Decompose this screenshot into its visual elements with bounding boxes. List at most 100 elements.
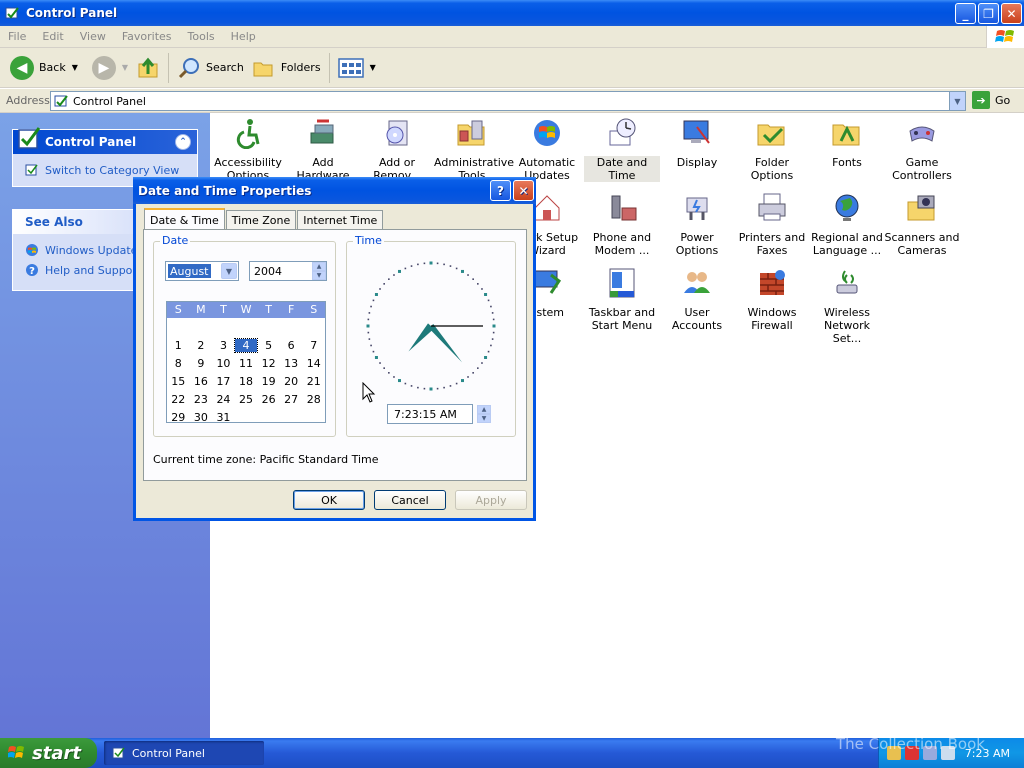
calendar-day[interactable]: 19 [257, 375, 280, 388]
dialog-help-button[interactable]: ? [490, 180, 511, 201]
calendar-day[interactable]: 24 [212, 393, 235, 406]
calendar-day[interactable]: 4 [233, 337, 259, 353]
calendar-day[interactable]: 23 [190, 393, 213, 406]
clock-minute-mark [481, 362, 483, 364]
calendar-day[interactable]: 25 [235, 393, 258, 406]
year-stepper[interactable]: 2004 ▲ ▼ [249, 261, 327, 281]
dialog-titlebar[interactable]: Date and Time Properties ? ✕ [133, 177, 536, 204]
ok-button[interactable]: OK [293, 490, 365, 510]
window-titlebar[interactable]: Control Panel _ ❐ ✕ [0, 0, 1024, 26]
menu-file[interactable]: File [0, 30, 34, 43]
icon-fonts[interactable]: Fonts [809, 117, 885, 169]
spin-up-icon[interactable]: ▲ [477, 405, 491, 414]
icon-regional-and-language[interactable]: Regional and Language ... [809, 192, 885, 257]
address-input[interactable]: Control Panel ▼ [50, 91, 966, 111]
menu-tools[interactable]: Tools [180, 30, 223, 43]
views-button[interactable]: ▼ [334, 51, 380, 85]
calendar-day[interactable]: 12 [257, 357, 280, 370]
spin-down-icon[interactable]: ▼ [477, 414, 491, 423]
tab-time-zone[interactable]: Time Zone [225, 210, 297, 230]
calendar-day[interactable]: 10 [212, 357, 235, 370]
switch-to-category-view-label: Switch to Category View [45, 163, 180, 177]
calendar-day[interactable]: 9 [190, 357, 213, 370]
dialog-close-button[interactable]: ✕ [513, 180, 534, 201]
icon-folder-options[interactable]: Folder Options [734, 117, 810, 182]
icon-scanners-and-cameras[interactable]: Scanners and Cameras [884, 192, 960, 257]
icon-add-hardware[interactable]: Add Hardware [285, 117, 361, 182]
calendar-day[interactable]: 8 [167, 357, 190, 370]
time-input[interactable]: 7:23:15 AM [387, 404, 473, 424]
icon-administrative-tools[interactable]: Administrative Tools [434, 117, 514, 182]
calendar-day[interactable]: 21 [302, 375, 325, 388]
start-button[interactable]: start [0, 738, 97, 768]
calendar-day[interactable]: 31 [212, 411, 235, 424]
time-spinner[interactable]: ▲ ▼ [477, 405, 491, 423]
calendar-day[interactable]: 27 [280, 393, 303, 406]
icon-date-and-time[interactable]: Date and Time [584, 117, 660, 182]
calendar-day[interactable]: 1 [167, 339, 190, 352]
calendar-day[interactable]: 29 [167, 411, 190, 424]
menu-view[interactable]: View [72, 30, 114, 43]
calendar-day[interactable]: 22 [167, 393, 190, 406]
icon-display[interactable]: Display [659, 117, 735, 169]
icon-printers-and-faxes[interactable]: Printers and Faxes [734, 192, 810, 257]
calendar-day[interactable]: 28 [302, 393, 325, 406]
apply-button[interactable]: Apply [455, 490, 527, 510]
firewall-icon [760, 270, 785, 295]
icon-power-options[interactable]: Power Options [659, 192, 735, 257]
tab-date-time[interactable]: Date & Time [144, 208, 225, 230]
cancel-button[interactable]: Cancel [374, 490, 446, 510]
calendar-day[interactable]: 6 [280, 339, 303, 352]
menu-help[interactable]: Help [223, 30, 264, 43]
go-button[interactable]: ➔ Go [972, 91, 1010, 109]
restore-button[interactable]: ❐ [978, 3, 999, 24]
calendar-day[interactable]: 7 [302, 339, 325, 352]
up-folder-button[interactable] [132, 51, 164, 85]
calendar-day[interactable]: 14 [302, 357, 325, 370]
calendar-day[interactable]: 16 [190, 375, 213, 388]
calendar-day[interactable]: 20 [280, 375, 303, 388]
clock-minute-mark [467, 274, 469, 276]
clock-minute-mark [423, 387, 426, 390]
folders-button[interactable]: Folders [248, 51, 325, 85]
clock-hour-mark [461, 269, 464, 273]
forward-button[interactable]: ▶ ▼ [88, 51, 132, 85]
calendar-day[interactable]: 13 [280, 357, 303, 370]
chevron-down-icon[interactable]: ▼ [221, 263, 237, 279]
control-panel-section-header[interactable]: Control Panel ⌃ [13, 127, 197, 154]
icon-phone-and-modem[interactable]: Phone and Modem ... [584, 192, 660, 257]
folder-options-icon [757, 124, 785, 146]
back-button[interactable]: ◀ Back ▼ [6, 51, 82, 85]
collapse-icon[interactable]: ⌃ [175, 134, 191, 150]
calendar-day[interactable]: 17 [212, 375, 235, 388]
menu-favorites[interactable]: Favorites [114, 30, 180, 43]
close-button[interactable]: ✕ [1001, 3, 1022, 24]
icon-windows-firewall[interactable]: Windows Firewall [734, 267, 810, 332]
icon-taskbar-and-start-menu[interactable]: Taskbar and Start Menu [584, 267, 660, 332]
icon-automatic-updates[interactable]: Automatic Updates [509, 117, 585, 182]
icon-game-controllers[interactable]: Game Controllers [884, 117, 960, 182]
icon-add-remove-programs[interactable]: Add or Remov... [359, 117, 435, 182]
tab-internet-time[interactable]: Internet Time [297, 210, 384, 230]
icon-user-accounts[interactable]: User Accounts [659, 267, 735, 332]
calendar-day[interactable]: 11 [235, 357, 258, 370]
spin-down-icon[interactable]: ▼ [312, 271, 326, 280]
icon-wireless-network-setup[interactable]: Wireless Network Set... [809, 267, 885, 345]
calendar-day[interactable]: 5 [257, 339, 280, 352]
taskbar-item-control-panel[interactable]: Control Panel [104, 741, 264, 765]
calendar-day[interactable]: 26 [257, 393, 280, 406]
clock-minute-mark [449, 385, 452, 387]
calendar-day[interactable]: 18 [235, 375, 258, 388]
spin-up-icon[interactable]: ▲ [312, 262, 326, 271]
address-dropdown-button[interactable]: ▼ [949, 92, 965, 110]
calendar-day[interactable]: 15 [167, 375, 190, 388]
icon-accessibility-options[interactable]: Accessibility Options [210, 117, 286, 182]
minimize-button[interactable]: _ [955, 3, 976, 24]
calendar-day[interactable]: 2 [190, 339, 213, 352]
month-select[interactable]: August ▼ [165, 261, 239, 281]
menu-edit[interactable]: Edit [34, 30, 71, 43]
search-button[interactable]: Search [173, 51, 248, 85]
calendar-day[interactable]: 3 [212, 339, 235, 352]
calendar-day[interactable]: 30 [190, 411, 213, 424]
calendar-week: 1234567 [167, 336, 325, 354]
